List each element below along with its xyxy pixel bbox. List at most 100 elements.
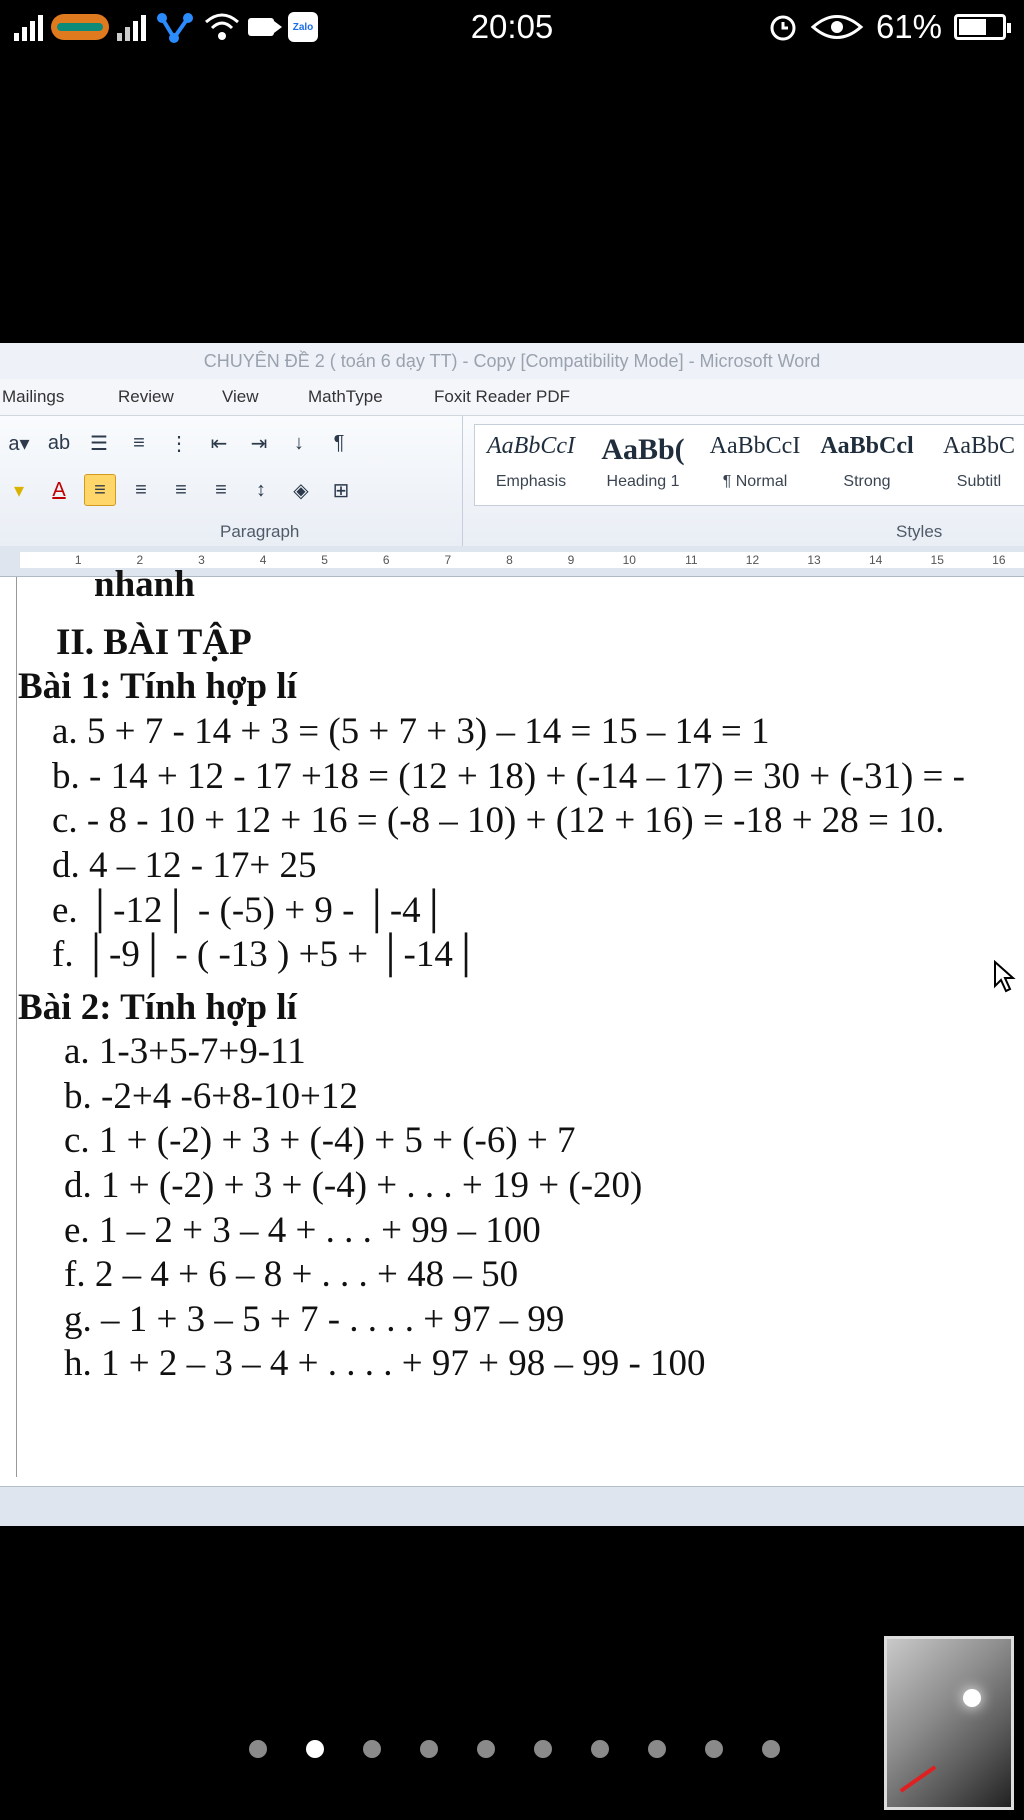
style-preview: AaBbCcI: [709, 433, 801, 459]
bai2-item: e. 1 – 2 + 3 – 4 + . . . + 99 – 100: [64, 1210, 541, 1251]
ribbon-tabs: Mailings Review View MathType Foxit Read…: [0, 379, 1024, 415]
tab-foxit-reader-pdf[interactable]: Foxit Reader PDF: [434, 387, 570, 407]
page-dot[interactable]: [248, 1740, 267, 1758]
word-window: CHUYÊN ĐỀ 2 ( toán 6 dạy TT) - Copy [Com…: [0, 343, 1024, 1526]
camera-preview-thumbnail[interactable]: [884, 1636, 1014, 1810]
show-formatting-marks-icon[interactable]: ¶: [324, 428, 354, 458]
style-normal[interactable]: AaBbCcI ¶ Normal: [699, 425, 811, 505]
ruler-number: 10: [622, 553, 636, 567]
ruler-number: 12: [745, 553, 760, 567]
battery-percent: 61%: [875, 8, 942, 45]
camera-preview-mark: [899, 1765, 937, 1793]
paragraph-group-label: Paragraph: [220, 522, 300, 541]
status-icons-right: 61%: [768, 8, 1011, 46]
align-right-icon[interactable]: ≡: [166, 475, 196, 505]
ruler-number: 15: [930, 553, 944, 567]
style-strong[interactable]: AaBbCcl Strong: [811, 425, 923, 505]
mouse-pointer-icon: [994, 960, 1016, 993]
page-dot[interactable]: [761, 1740, 780, 1758]
ruler-number: 8: [506, 553, 513, 567]
style-name: Emphasis: [495, 473, 567, 490]
ribbon: a▾ ab ☰ ≡ ⋮ ⇤ ⇥ ↓ ¶ ▾ A ≡ ≡ ≡ ≡ ↕ ◈ ⊞ Pa…: [0, 415, 1024, 547]
shading-icon[interactable]: ◈: [286, 475, 316, 505]
style-name: Heading 1: [606, 473, 680, 490]
eye-icon: [810, 15, 864, 39]
bai2-item: h. 1 + 2 – 3 – 4 + . . . . + 97 + 98 – 9…: [64, 1343, 706, 1384]
bai1-item: f. │-9│ - ( -13 ) +5 + │-14│: [52, 934, 480, 975]
style-emphasis[interactable]: AaBbCcI Emphasis: [475, 425, 587, 505]
ruler-number: 16: [992, 553, 1006, 567]
bai2-title: Bài 2: Tính hợp lí: [18, 987, 297, 1028]
paragraph-group: a▾ ab ☰ ≡ ⋮ ⇤ ⇥ ↓ ¶ ▾ A ≡ ≡ ≡ ≡ ↕ ◈ ⊞ Pa…: [0, 416, 463, 546]
bullets-icon[interactable]: ☰: [84, 428, 114, 458]
bai1-item: c. - 8 - 10 + 12 + 16 = (-8 – 10) + (12 …: [52, 800, 945, 841]
ruler-number: 9: [567, 553, 575, 567]
style-heading-1[interactable]: AaBb( Heading 1: [587, 425, 699, 505]
camera-preview-light: [963, 1689, 981, 1707]
page-dot[interactable]: [647, 1740, 666, 1758]
styles-group-label: Styles: [896, 522, 943, 541]
top-fragment: nhanh: [94, 564, 195, 605]
ruler-number: 5: [321, 553, 328, 567]
page-dot[interactable]: [419, 1740, 438, 1758]
spelling-icon[interactable]: ab: [44, 428, 74, 458]
highlight-color-icon[interactable]: ▾: [4, 475, 34, 505]
line-spacing-icon[interactable]: ↕: [246, 475, 276, 505]
bai1-title: Bài 1: Tính hợp lí: [18, 666, 297, 707]
page-dot[interactable]: [362, 1740, 381, 1758]
style-subtitle[interactable]: AaBbC Subtitl: [923, 425, 1024, 505]
status-bar: Zalo 20:05 61%: [0, 0, 1024, 56]
ruler-number: 7: [444, 553, 452, 567]
ruler-number: 14: [868, 553, 883, 567]
document-page[interactable]: nhanh II. BÀI TẬP Bài 1: Tính hợp lí a. …: [0, 564, 1024, 1487]
tab-view[interactable]: View: [222, 387, 308, 407]
ribbon-row-2: ▾ A ≡ ≡ ≡ ≡ ↕ ◈ ⊞: [4, 474, 356, 506]
ruler-number: 13: [807, 553, 821, 567]
style-name: Subtitl: [956, 473, 1002, 490]
ruler-number: 4: [259, 553, 267, 567]
bai2-item: f. 2 – 4 + 6 – 8 + . . . + 48 – 50: [64, 1254, 519, 1295]
bai2-item: d. 1 + (-2) + 3 + (-4) + . . . + 19 + (-…: [64, 1165, 643, 1206]
bai1-item: e. │-12│ - (-5) + 9 - │-4│: [52, 890, 447, 931]
decrease-indent-icon[interactable]: ⇤: [204, 428, 234, 458]
tab-mailings[interactable]: Mailings: [0, 387, 118, 407]
font-size-dropdown-icon[interactable]: a▾: [4, 428, 34, 458]
multilevel-list-icon[interactable]: ⋮: [164, 428, 194, 458]
styles-gallery: AaBbCcI Emphasis AaBb( Heading 1 AaBbCcI…: [474, 424, 1024, 506]
increase-indent-icon[interactable]: ⇥: [244, 428, 274, 458]
page-dot[interactable]: [704, 1740, 723, 1758]
numbering-icon[interactable]: ≡: [124, 428, 154, 458]
style-name: Strong: [843, 473, 891, 490]
style-preview: AaBbC: [943, 433, 1015, 459]
align-left-icon[interactable]: ≡: [84, 474, 116, 506]
bai2-item: c. 1 + (-2) + 3 + (-4) + 5 + (-6) + 7: [64, 1120, 576, 1161]
bai1-item: b. - 14 + 12 - 17 +18 = (12 + 18) + (-14…: [52, 756, 965, 797]
page-dot[interactable]: [533, 1740, 552, 1758]
style-preview: AaBbCcI: [487, 433, 575, 459]
section-heading: II. BÀI TẬP: [56, 622, 252, 663]
sort-icon[interactable]: ↓: [284, 428, 314, 458]
bai1-item: d. 4 – 12 - 17+ 25: [52, 845, 317, 886]
page-indicator[interactable]: [0, 1740, 1024, 1758]
ruler-number: 11: [685, 553, 698, 567]
ruler-number: 1: [74, 553, 82, 567]
tab-review[interactable]: Review: [118, 387, 222, 407]
battery-icon: [954, 14, 1011, 40]
alarm-icon: [770, 15, 796, 41]
margin-line: [16, 577, 17, 1477]
style-preview: AaBb(: [601, 433, 685, 466]
borders-icon[interactable]: ⊞: [326, 475, 356, 505]
align-center-icon[interactable]: ≡: [126, 475, 156, 505]
tab-mathtype[interactable]: MathType: [308, 387, 434, 407]
bai1-item: a. 5 + 7 - 14 + 3 = (5 + 7 + 3) – 14 = 1…: [52, 711, 770, 752]
page-dot[interactable]: [476, 1740, 495, 1758]
justify-icon[interactable]: ≡: [206, 475, 236, 505]
page-dot[interactable]: [305, 1740, 324, 1758]
window-title: CHUYÊN ĐỀ 2 ( toán 6 dạy TT) - Copy [Com…: [0, 343, 1024, 379]
font-color-icon[interactable]: A: [44, 475, 74, 505]
bai2-item: g. – 1 + 3 – 5 + 7 - . . . . + 97 – 99: [64, 1299, 565, 1340]
style-preview: AaBbCcl: [820, 433, 914, 459]
page-dot[interactable]: [590, 1740, 609, 1758]
bai2-item: b. -2+4 -6+8-10+12: [64, 1076, 358, 1117]
style-name: ¶ Normal: [722, 473, 788, 490]
